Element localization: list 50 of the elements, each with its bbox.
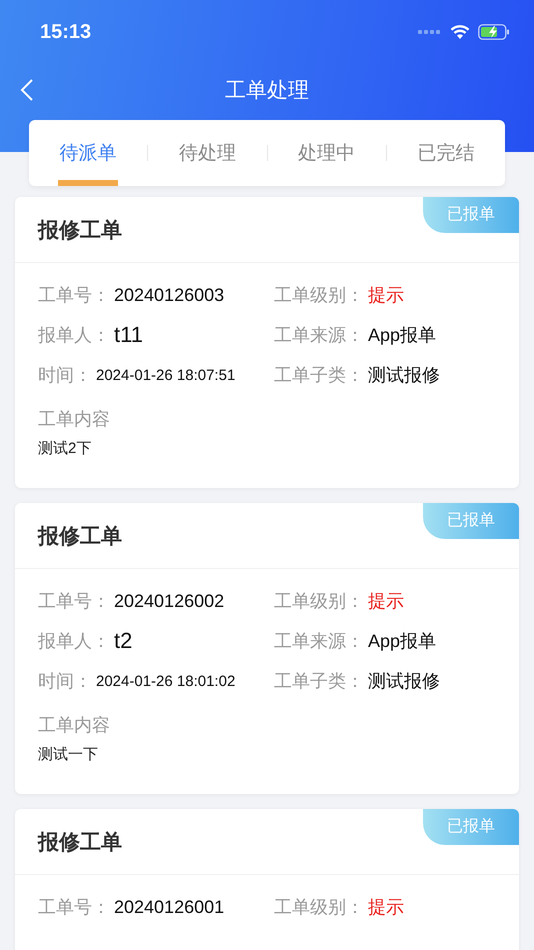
- field-label: 时间：: [38, 364, 92, 387]
- field-value: App报单: [368, 630, 436, 653]
- field-label: 时间：: [38, 670, 92, 693]
- content-label: 工单内容: [38, 408, 111, 431]
- wifi-icon: [450, 24, 470, 40]
- battery-charging-icon: [478, 24, 510, 40]
- field-value: 20240126002: [114, 590, 224, 612]
- content-label: 工单内容: [38, 714, 111, 737]
- field-value: 提示: [368, 896, 404, 919]
- order-card[interactable]: 报修工单 已报单 工单号： 20240126001 工单级别： 提示: [15, 809, 519, 950]
- status-badge: 已报单: [423, 503, 519, 539]
- page-title: 工单处理: [225, 78, 309, 104]
- tab[interactable]: 待派单: [29, 120, 148, 186]
- field-value: 提示: [368, 284, 404, 307]
- field-label: 工单子类：: [274, 364, 364, 387]
- status-badge: 已报单: [423, 197, 519, 233]
- content-text: 测试一下: [38, 745, 99, 764]
- signal-icon: [418, 29, 442, 35]
- field-value: 提示: [368, 590, 404, 613]
- field-label: 工单级别：: [274, 896, 364, 919]
- field-value: 20240126003: [114, 284, 224, 306]
- tab[interactable]: 已完结: [386, 120, 505, 186]
- content-text: 测试2下: [38, 439, 92, 458]
- status-time: 15:13: [40, 20, 92, 44]
- order-title: 报修工单: [38, 218, 122, 244]
- field-label: 工单级别：: [274, 284, 364, 307]
- order-card[interactable]: 报修工单 已报单 工单号： 20240126002 工单级别： 提示 报单人： t2 工单来源： App报单 时间： 2024-01-26 18:01:02 工单子类： 测试报修 工单内容 测试一下: [15, 503, 519, 794]
- field-value: 20240126001: [114, 896, 224, 918]
- order-title: 报修工单: [38, 830, 122, 856]
- field-value: t2: [114, 628, 132, 654]
- field-label: 工单来源：: [274, 630, 364, 653]
- field-label: 工单号：: [38, 590, 110, 613]
- status-badge: 已报单: [423, 809, 519, 845]
- field-value: 2024-01-26 18:07:51: [96, 366, 236, 384]
- field-label: 报单人：: [38, 324, 110, 347]
- order-card[interactable]: 报修工单 已报单 工单号： 20240126003 工单级别： 提示 报单人： t11 工单来源： App报单 时间： 2024-01-26 18:07:51 工单子类： 测试报修 工单内容 测试2下: [15, 197, 519, 488]
- field-value: 测试报修: [368, 670, 440, 693]
- field-value: t11: [114, 322, 143, 348]
- field-value: App报单: [368, 324, 436, 347]
- tab[interactable]: 处理中: [268, 120, 386, 186]
- field-label: 报单人：: [38, 630, 110, 653]
- field-label: 工单级别：: [274, 590, 364, 613]
- tab[interactable]: 待处理: [148, 120, 266, 186]
- field-value: 2024-01-26 18:01:02: [96, 672, 236, 690]
- field-label: 工单子类：: [274, 670, 364, 693]
- field-label: 工单号：: [38, 284, 110, 307]
- field-label: 工单号：: [38, 896, 110, 919]
- field-label: 工单来源：: [274, 324, 364, 347]
- order-title: 报修工单: [38, 524, 122, 550]
- field-value: 测试报修: [368, 364, 440, 387]
